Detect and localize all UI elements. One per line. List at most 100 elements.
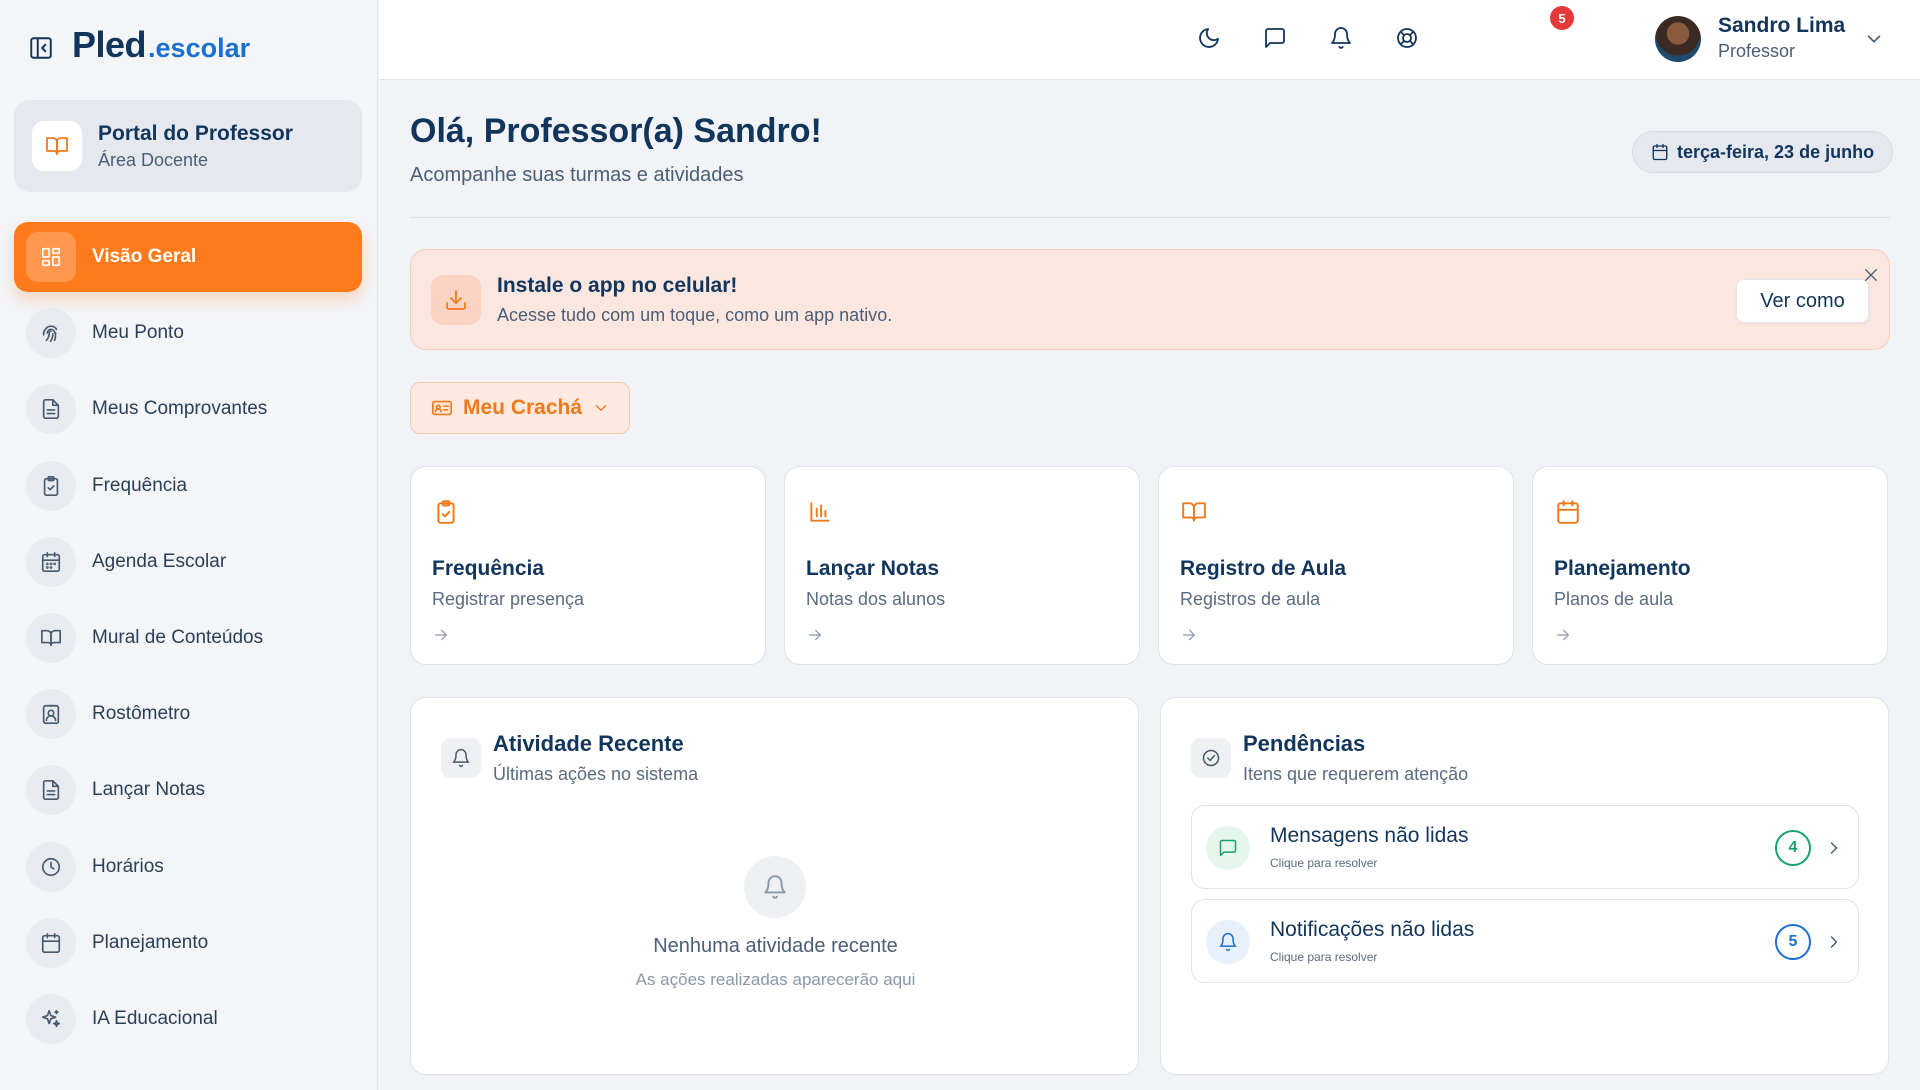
sidebar-item-label: Lançar Notas bbox=[92, 779, 206, 801]
bell-icon bbox=[1206, 920, 1250, 964]
circle-check-icon bbox=[1191, 738, 1231, 778]
quick-card-subtitle: Registrar presença bbox=[432, 589, 585, 609]
quick-card-subtitle: Planos de aula bbox=[1554, 589, 1674, 609]
quick-card-subtitle: Registros de aula bbox=[1180, 589, 1321, 609]
calendar-icon bbox=[1555, 499, 1581, 525]
quick-card-registro-de-aula[interactable]: Registro de Aula Registros de aula bbox=[1158, 466, 1514, 665]
page-title: Olá, Professor(a) Sandro! bbox=[410, 112, 822, 150]
pending-item-subtitle: Clique para resolver bbox=[1270, 856, 1378, 870]
pending-item-title: Notificações não lidas bbox=[1270, 918, 1475, 941]
id-card-icon bbox=[432, 400, 452, 416]
calendar-days-icon bbox=[26, 536, 76, 587]
sidebar-item-agenda-escolar[interactable]: Agenda Escolar bbox=[14, 527, 362, 597]
arrow-right-icon bbox=[807, 627, 823, 643]
sidebar-item-label: Meu Ponto bbox=[92, 322, 184, 344]
chevron-right-icon bbox=[1824, 932, 1844, 952]
help-lifebuoy-icon[interactable] bbox=[1395, 26, 1423, 54]
book-open-icon bbox=[1181, 499, 1207, 525]
sidebar-item-planejamento[interactable]: Planejamento bbox=[14, 908, 362, 978]
file-text-icon bbox=[26, 384, 76, 435]
notification-badge: 5 bbox=[1550, 6, 1574, 30]
sidebar-item-lancar-notas[interactable]: Lançar Notas bbox=[14, 755, 362, 825]
quick-card-planejamento[interactable]: Planejamento Planos de aula bbox=[1532, 466, 1888, 665]
brand-logo[interactable]: Pled .escolar bbox=[72, 24, 250, 68]
logo-main-text: Pled bbox=[72, 24, 147, 65]
sparkles-icon bbox=[26, 993, 76, 1044]
portal-subtitle: Área Docente bbox=[98, 149, 209, 170]
sidebar-item-meus-comprovantes[interactable]: Meus Comprovantes bbox=[14, 374, 362, 444]
quick-card-title: Frequência bbox=[432, 557, 545, 580]
sidebar-item-label: Frequência bbox=[92, 474, 188, 496]
sidebar-item-visao-geral[interactable]: Visão Geral bbox=[14, 222, 362, 292]
sidebar-item-mural-de-conteudos[interactable]: Mural de Conteúdos bbox=[14, 603, 362, 673]
arrow-right-icon bbox=[433, 627, 449, 643]
panel-subtitle: Itens que requerem atenção bbox=[1243, 764, 1469, 784]
top-header: 5 Sandro Lima Professor bbox=[379, 0, 1920, 80]
quick-card-title: Planejamento bbox=[1554, 557, 1691, 580]
pending-item-notificacoes[interactable]: Notificações não lidas Clique para resol… bbox=[1191, 899, 1859, 983]
pending-count-badge: 5 bbox=[1775, 924, 1811, 960]
sidebar-nav: Visão Geral Meu Ponto Meus Comprovantes … bbox=[14, 222, 362, 1060]
clock-icon bbox=[26, 841, 76, 892]
user-badge-icon bbox=[26, 689, 76, 740]
arrow-right-icon bbox=[1181, 627, 1197, 643]
sidebar-item-rostometro[interactable]: Rostômetro bbox=[14, 679, 362, 749]
sidebar-item-label: Mural de Conteúdos bbox=[92, 626, 264, 648]
message-icon[interactable] bbox=[1263, 26, 1291, 54]
page-subtitle: Acompanhe suas turmas e atividades bbox=[410, 164, 744, 186]
bell-icon bbox=[744, 856, 806, 918]
sidebar-item-horarios[interactable]: Horários bbox=[14, 832, 362, 902]
download-icon bbox=[431, 275, 481, 325]
pending-item-title: Mensagens não lidas bbox=[1270, 824, 1469, 847]
chevron-down-icon[interactable] bbox=[1863, 28, 1885, 50]
install-how-button[interactable]: Ver como bbox=[1736, 279, 1869, 323]
close-icon[interactable] bbox=[1862, 266, 1880, 284]
fingerprint-icon bbox=[26, 308, 76, 359]
quick-card-frequencia[interactable]: Frequência Registrar presença bbox=[410, 466, 766, 665]
pending-panel: Pendências Itens que requerem atenção Me… bbox=[1160, 697, 1889, 1075]
book-open-icon bbox=[26, 612, 76, 663]
install-app-banner: Instale o app no celular! Acesse tudo co… bbox=[410, 249, 1890, 350]
recent-activity-panel: Atividade Recente Últimas ações no siste… bbox=[410, 697, 1139, 1075]
empty-state-title: Nenhuma atividade recente bbox=[653, 935, 898, 957]
sidebar-item-label: Visão Geral bbox=[92, 246, 197, 267]
meu-cracha-button[interactable]: Meu Crachá bbox=[410, 382, 630, 434]
empty-state-subtitle: As ações realizadas aparecerão aqui bbox=[635, 970, 916, 989]
date-pill: terça-feira, 23 de junho bbox=[1632, 131, 1894, 173]
quick-card-title: Lançar Notas bbox=[806, 557, 940, 580]
meu-cracha-label: Meu Crachá bbox=[463, 396, 583, 419]
sidebar-item-meu-ponto[interactable]: Meu Ponto bbox=[14, 298, 362, 368]
sidebar-item-frequencia[interactable]: Frequência bbox=[14, 451, 362, 521]
pending-count-badge: 4 bbox=[1775, 830, 1811, 866]
pending-item-mensagens[interactable]: Mensagens não lidas Clique para resolver… bbox=[1191, 805, 1859, 889]
avatar[interactable] bbox=[1655, 16, 1701, 62]
sidebar-item-label: IA Educacional bbox=[92, 1007, 218, 1029]
moon-icon[interactable] bbox=[1197, 26, 1225, 54]
divider bbox=[410, 217, 1890, 218]
quick-card-lancar-notas[interactable]: Lançar Notas Notas dos alunos bbox=[784, 466, 1140, 665]
chevron-right-icon bbox=[1824, 838, 1844, 858]
panel-title: Pendências bbox=[1243, 731, 1366, 756]
bell-icon[interactable] bbox=[1329, 26, 1357, 54]
user-name[interactable]: Sandro Lima bbox=[1718, 14, 1845, 38]
sidebar-item-ia-educacional[interactable]: IA Educacional bbox=[14, 984, 362, 1054]
panel-subtitle: Últimas ações no sistema bbox=[493, 764, 699, 784]
calendar-icon bbox=[1652, 143, 1668, 161]
panel-title: Atividade Recente bbox=[493, 731, 684, 756]
message-icon bbox=[1206, 826, 1250, 870]
bar-chart-icon bbox=[807, 499, 833, 525]
clipboard-check-icon bbox=[433, 499, 459, 525]
portal-title: Portal do Professor bbox=[98, 121, 293, 145]
sidebar-collapse-icon[interactable] bbox=[28, 35, 54, 61]
chevron-down-icon bbox=[595, 405, 607, 411]
pending-item-subtitle: Clique para resolver bbox=[1270, 950, 1378, 964]
sidebar: Pled .escolar Portal do Professor Área D… bbox=[0, 0, 378, 1090]
bell-icon bbox=[441, 738, 481, 778]
calendar-icon bbox=[26, 917, 76, 968]
file-text-icon bbox=[26, 765, 76, 816]
install-title: Instale o app no celular! bbox=[497, 274, 738, 297]
sidebar-item-label: Agenda Escolar bbox=[92, 550, 227, 572]
install-subtitle: Acesse tudo com um toque, como um app na… bbox=[497, 305, 893, 325]
user-role: Professor bbox=[1718, 41, 1796, 61]
sidebar-item-label: Planejamento bbox=[92, 931, 209, 953]
